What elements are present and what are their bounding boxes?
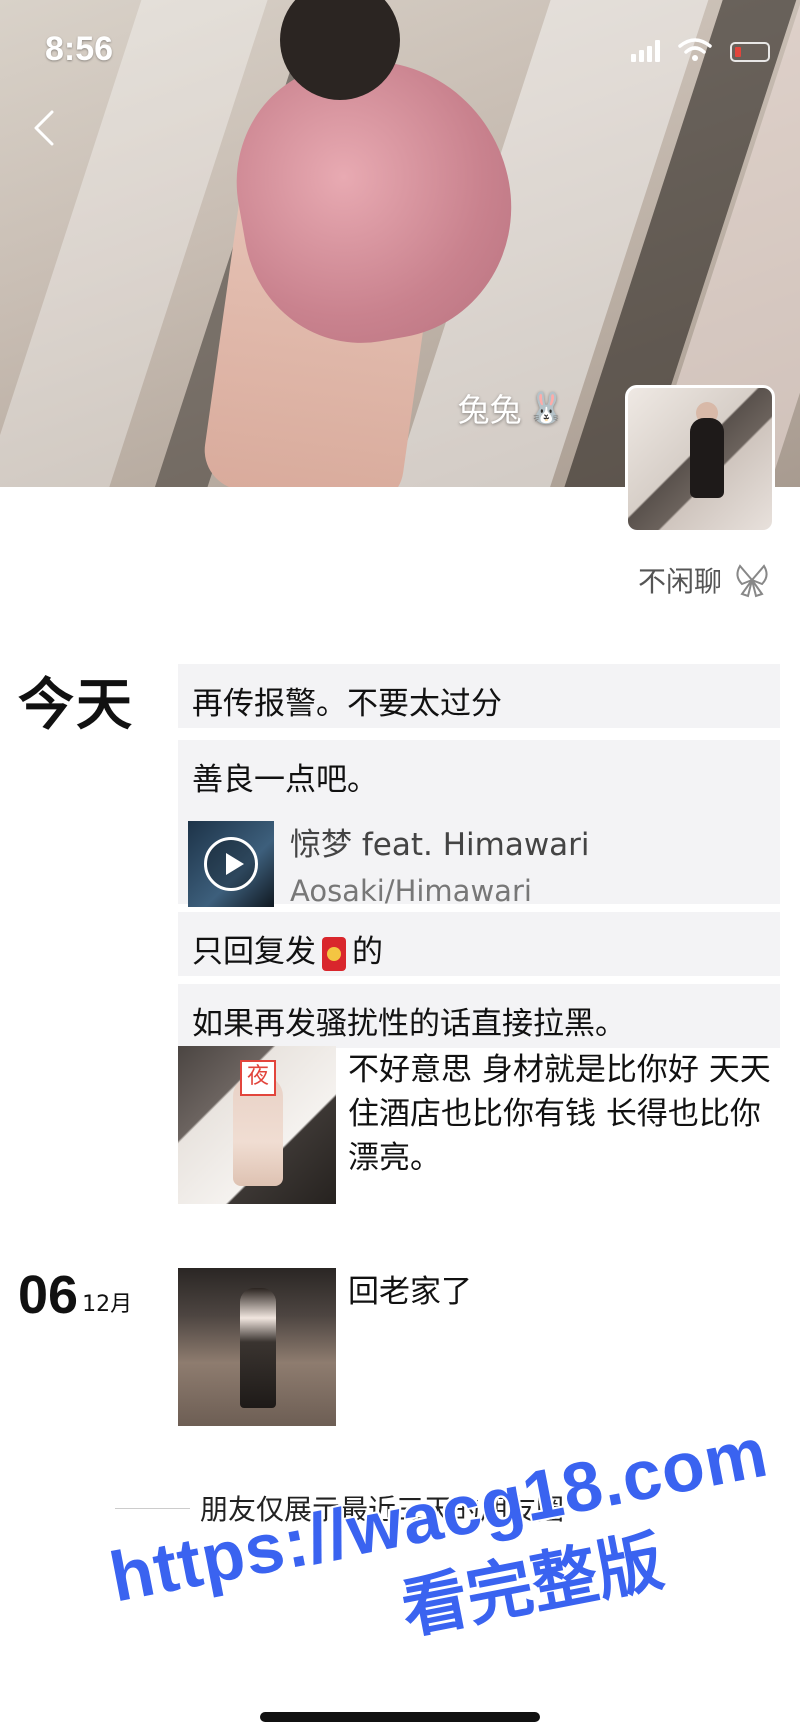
footer-note: 朋友仅展示最近三天的朋友圈 [0, 1488, 800, 1528]
music-info: 惊梦 feat. Himawari Aosaki/Himawari [290, 819, 590, 908]
avatar[interactable] [625, 385, 775, 533]
day-label-today: 今天 [18, 673, 134, 738]
music-thumbnail[interactable] [188, 820, 274, 907]
home-indicator[interactable] [260, 1712, 540, 1722]
watermark: https://wacg18.com 看完整版 [104, 1405, 800, 1733]
nickname-text: 兔兔 [457, 391, 522, 429]
post-item[interactable]: 如果再发骚扰性的话直接拉黑。 [178, 984, 780, 1048]
music-title: 惊梦 feat. Himawari [290, 827, 590, 863]
post-text: 回老家了 [348, 1274, 472, 1310]
post-thumbnail[interactable] [178, 1268, 336, 1426]
post-thumbnail[interactable]: 夜 [178, 1046, 336, 1204]
battery-icon [730, 42, 770, 62]
post-item[interactable]: 再传报警。不要太过分 [178, 664, 780, 728]
post-text: 善良一点吧。 [192, 762, 378, 798]
footer-text: 朋友仅展示最近三天的朋友圈 [200, 1493, 565, 1526]
red-packet-icon [322, 936, 346, 971]
photo-post[interactable]: 回老家了 [178, 1268, 778, 1426]
status-icons [631, 38, 770, 62]
post-text: 只回复发的 [178, 912, 780, 985]
butterfly-icon [736, 564, 768, 598]
status-bar: 8:56 [0, 0, 800, 100]
post-text: 再传报警。不要太过分 [192, 686, 502, 722]
post-text-after: 的 [352, 934, 383, 970]
profile-signature: 不闲聊 [638, 560, 772, 600]
signal-icon [631, 40, 660, 62]
date-month: 12月 [82, 1292, 133, 1317]
post-item[interactable]: 善良一点吧。 惊梦 feat. Himawari Aosaki/Himawari [178, 740, 780, 908]
back-icon[interactable] [30, 108, 60, 148]
thumbnail-tag: 夜 [240, 1060, 276, 1096]
rabbit-icon: 🐰 [527, 390, 565, 426]
wifi-icon [678, 38, 712, 61]
signature-text: 不闲聊 [637, 565, 722, 598]
status-time: 8:56 [45, 30, 114, 68]
date-label: 06 12月 [18, 1268, 132, 1322]
footer-divider [115, 1507, 190, 1509]
music-card[interactable]: 惊梦 feat. Himawari Aosaki/Himawari [178, 819, 780, 908]
date-day: 06 [18, 1265, 79, 1325]
music-artist: Aosaki/Himawari [290, 874, 532, 908]
post-item[interactable]: 只回复发的 [178, 912, 780, 976]
play-icon[interactable] [204, 836, 258, 891]
post-text: 不好意思 身材就是比你好 天天住酒店也比你有钱 长得也比你漂亮。 [348, 1052, 771, 1176]
post-text-before: 只回复发 [192, 934, 316, 970]
photo-post[interactable]: 夜 不好意思 身材就是比你好 天天住酒店也比你有钱 长得也比你漂亮。 [178, 1046, 778, 1204]
profile-nickname: 兔兔 🐰 [458, 385, 565, 431]
